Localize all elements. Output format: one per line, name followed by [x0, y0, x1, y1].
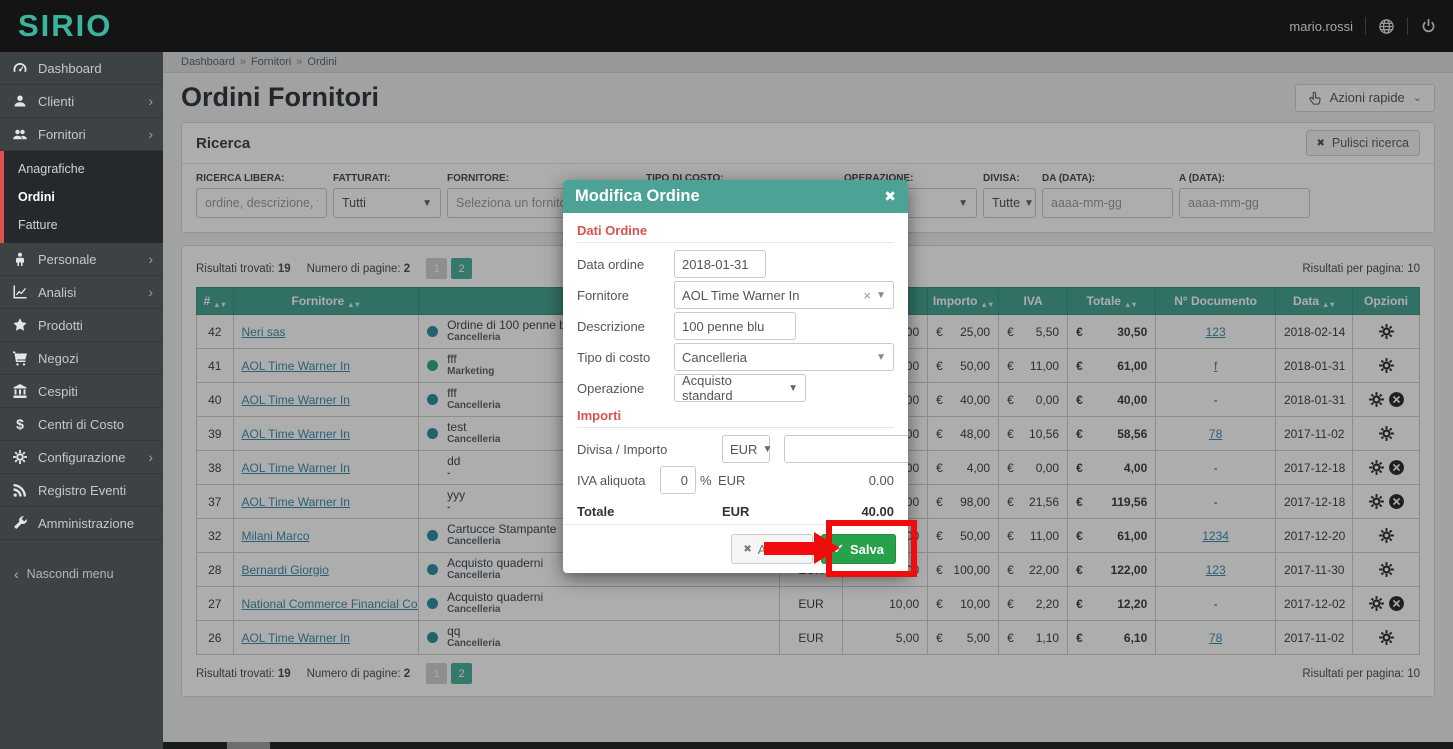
tipo-di-costo-value: Cancelleria: [682, 349, 748, 365]
sidebar: Dashboard Clienti › Fornitori › Anagrafiche Or…: [0, 52, 163, 749]
sidebar-item-analisi[interactable]: Analisi ›: [0, 276, 163, 309]
iva-currency: EUR: [718, 472, 746, 488]
iva-aliquota-input[interactable]: [660, 466, 696, 494]
collapse-menu-button[interactable]: ‹ Nascondi menu: [0, 566, 163, 582]
sidebar-item-amministrazione[interactable]: Amministrazione: [0, 507, 163, 540]
sidebar-item-cespiti[interactable]: Cespiti: [0, 375, 163, 408]
operazione-value: Acquisto standard: [682, 373, 733, 403]
totale-value: 40.00: [861, 503, 894, 519]
sidebar-subitem-ordini[interactable]: Ordini: [4, 183, 163, 211]
chevron-right-icon: ›: [148, 284, 153, 300]
descrizione-label: Descrizione: [577, 318, 645, 334]
chevron-right-icon: ›: [148, 449, 153, 465]
sidebar-menu: Dashboard Clienti › Fornitori › Anagrafiche Or…: [0, 52, 163, 540]
section-dati-ordine: Dati Ordine: [577, 220, 894, 243]
divider: [1407, 17, 1408, 35]
divisa-importo-label: Divisa / Importo: [577, 441, 668, 457]
chart-line-icon: [12, 284, 28, 300]
chevron-right-icon: ›: [148, 251, 153, 267]
bank-icon: [12, 383, 28, 399]
sidebar-submenu: Anagrafiche Ordini Fatture: [0, 151, 163, 243]
logo: SIRIO: [18, 8, 113, 43]
sidebar-subitem-fatture[interactable]: Fatture: [4, 211, 163, 239]
collapse-menu-label: Nascondi menu: [26, 567, 114, 581]
topbar-right: mario.rossi: [1289, 17, 1453, 35]
chevron-down-icon: ▼: [788, 382, 798, 394]
sidebar-item-configurazione[interactable]: Configurazione ›: [0, 441, 163, 474]
sidebar-item-label: Clienti: [38, 93, 75, 109]
sidebar-item-label: Fornitori: [38, 126, 86, 142]
chevron-left-icon: ‹: [14, 566, 19, 582]
chevron-down-icon: ▼: [876, 351, 886, 363]
sidebar-subitem-anagrafiche[interactable]: Anagrafiche: [4, 155, 163, 183]
sidebar-item-centri-di-costo[interactable]: $ Centri di Costo: [0, 408, 163, 441]
star-icon: [12, 317, 28, 333]
users-icon: [12, 126, 28, 142]
data-ordine-label: Data ordine: [577, 256, 645, 272]
topbar: SIRIO mario.rossi: [0, 0, 1453, 52]
sidebar-item-registro-eventi[interactable]: Registro Eventi: [0, 474, 163, 507]
user-icon: [12, 93, 28, 109]
section-importi: Importi: [577, 405, 894, 428]
tipo-di-costo-select[interactable]: Cancelleria ▼: [674, 343, 894, 371]
chevron-right-icon: ›: [148, 93, 153, 109]
globe-icon[interactable]: [1378, 18, 1395, 35]
gear-icon: [12, 449, 28, 465]
close-icon[interactable]: ✖: [884, 188, 896, 205]
power-icon[interactable]: [1420, 18, 1437, 35]
fornitore-label: Fornitore: [577, 287, 630, 303]
divisa-value: EUR: [730, 441, 758, 457]
percent-label: %: [700, 472, 712, 488]
sidebar-item-label: Personale: [38, 251, 97, 267]
sidebar-item-fornitori[interactable]: Fornitori ›: [0, 118, 163, 151]
sidebar-item-dashboard[interactable]: Dashboard: [0, 52, 163, 85]
x-icon: ✖: [743, 543, 752, 555]
totale-label: Totale: [577, 503, 615, 519]
operazione-select[interactable]: Acquisto standard ▼: [674, 373, 806, 403]
sidebar-item-personale[interactable]: Personale ›: [0, 243, 163, 276]
divider: [1365, 17, 1366, 35]
descrizione-input[interactable]: [674, 312, 796, 340]
username[interactable]: mario.rossi: [1289, 19, 1353, 34]
sidebar-item-label: Configurazione: [38, 449, 126, 465]
sidebar-item-clienti[interactable]: Clienti ›: [0, 85, 163, 118]
sidebar-item-negozi[interactable]: Negozi: [0, 342, 163, 375]
cart-icon: [12, 350, 28, 366]
sidebar-item-label: Registro Eventi: [38, 482, 127, 498]
chevron-down-icon: ▼: [876, 289, 886, 301]
modal-header: Modifica Ordine ✖: [563, 180, 908, 213]
chevron-down-icon: ▼: [762, 443, 773, 455]
annotation-arrow: [764, 532, 840, 564]
sidebar-item-label: Amministrazione: [38, 515, 135, 531]
speedometer-icon: [12, 60, 28, 76]
sidebar-item-label: Prodotti: [38, 317, 83, 333]
iva-aliquota-label: IVA aliquota: [577, 472, 646, 488]
divisa-select[interactable]: EUR ▼: [722, 435, 773, 463]
sidebar-item-prodotti[interactable]: Prodotti: [0, 309, 163, 342]
modal-body: Dati Ordine Data ordine Fornitore AOL Ti…: [563, 213, 908, 524]
tipo-di-costo-label: Tipo di costo: [577, 349, 651, 365]
sidebar-item-label: Negozi: [38, 350, 79, 366]
chevron-right-icon: ›: [148, 126, 153, 142]
clear-selection-icon[interactable]: ×: [859, 288, 877, 303]
modal-title: Modifica Ordine: [575, 187, 700, 205]
wrench-icon: [12, 515, 28, 531]
sidebar-item-label: Analisi: [38, 284, 77, 300]
person-icon: [12, 251, 28, 267]
totale-currency: EUR: [722, 503, 750, 519]
iva-value: 0.00: [868, 472, 894, 488]
sidebar-item-label: Cespiti: [38, 383, 78, 399]
sidebar-item-label: Dashboard: [38, 60, 102, 76]
fornitore-value: AOL Time Warner In: [682, 287, 800, 303]
data-ordine-input[interactable]: [674, 250, 766, 278]
edit-order-modal: Modifica Ordine ✖ Dati Ordine Data ordin…: [563, 180, 908, 573]
fornitore-select[interactable]: AOL Time Warner In × ▼: [674, 281, 894, 309]
rss-icon: [12, 482, 28, 498]
dollar-icon: $: [16, 416, 24, 432]
importo-input[interactable]: [784, 435, 908, 463]
operazione-label: Operazione: [577, 380, 645, 396]
sidebar-item-label: Centri di Costo: [38, 416, 124, 432]
